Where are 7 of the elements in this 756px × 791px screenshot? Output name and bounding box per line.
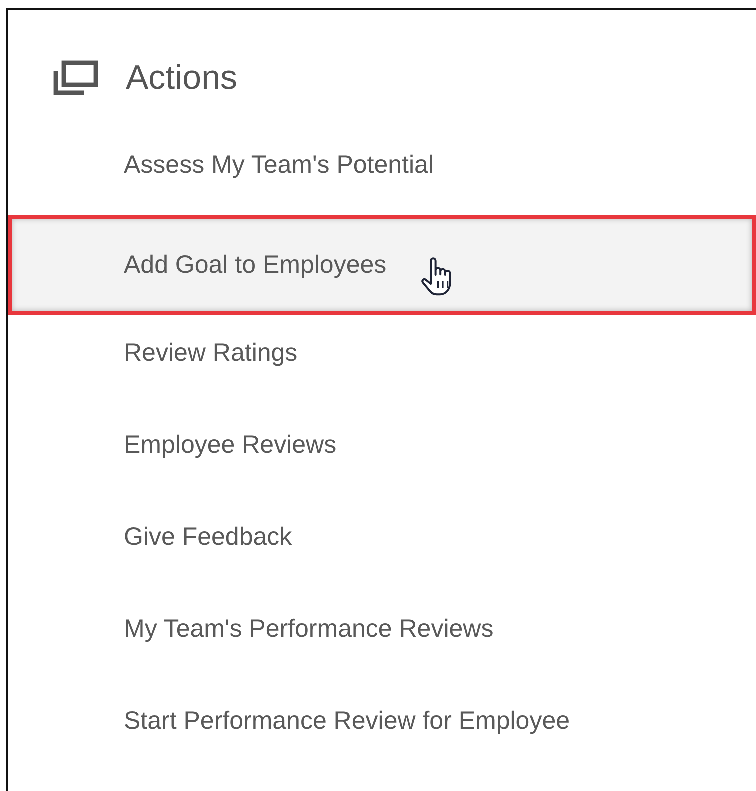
action-item[interactable]: Give Feedback: [8, 491, 756, 583]
action-item[interactable]: Start Performance Review for Employee: [8, 675, 756, 767]
action-item[interactable]: Add Goal to Employees: [8, 215, 756, 315]
panel-title: Actions: [126, 58, 238, 98]
action-item[interactable]: Employee Reviews: [8, 399, 756, 491]
action-item[interactable]: My Team's Performance Reviews: [8, 583, 756, 675]
action-item[interactable]: Assess My Team's Potential: [8, 119, 756, 211]
